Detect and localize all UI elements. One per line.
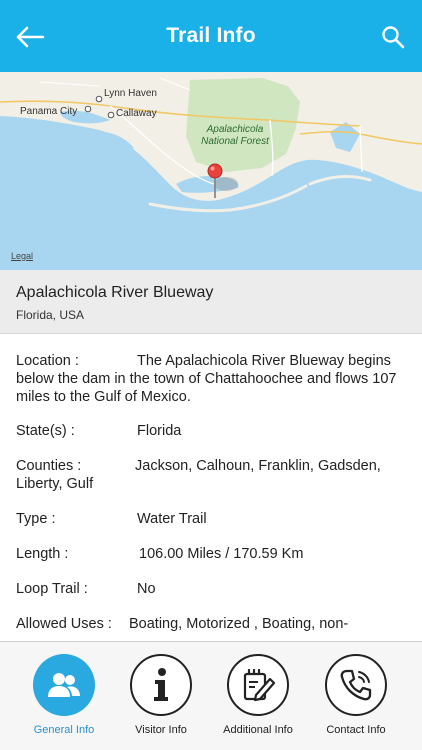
detail-loop: Loop Trail : No (16, 580, 408, 598)
detail-counties-label: Counties : (16, 458, 82, 474)
detail-location-value-first: The Apalachicola River Blueway begins (137, 353, 391, 369)
page-title: Trail Info (166, 24, 256, 47)
trail-details[interactable]: Location : The Apalachicola River Bluewa… (0, 334, 422, 641)
detail-length: Length : 106.00 Miles / 170.59 Km (16, 545, 408, 563)
nav-additional-info-label: Additional Info (223, 724, 293, 736)
bottom-nav: General Info Visitor Info Additional Inf… (0, 641, 422, 750)
detail-uses-value: Boating, Motorized , Boating, non- (129, 616, 349, 632)
map-graphic (0, 72, 422, 213)
nav-general-info[interactable]: General Info (14, 654, 114, 736)
detail-counties-value-rest: Liberty, Gulf (16, 476, 94, 492)
nav-general-info-label: General Info (33, 724, 95, 736)
trail-name: Apalachicola River Blueway (16, 284, 214, 301)
nav-general-info-circle[interactable] (33, 654, 95, 716)
nav-visitor-info[interactable]: Visitor Info (111, 654, 211, 736)
detail-length-label: Length : (16, 546, 69, 562)
detail-location-label: Location : (16, 353, 79, 369)
detail-state-value: Florida (137, 423, 182, 439)
location-pin-icon (207, 163, 223, 179)
trail-header: Apalachicola River Blueway Florida, USA (0, 270, 422, 334)
nav-additional-info[interactable]: Additional Info (208, 654, 308, 736)
nav-visitor-info-label: Visitor Info (135, 724, 187, 736)
detail-counties: Counties : Jackson, Calhoun, Franklin, G… (16, 457, 408, 493)
map-label-callaway: Callaway (116, 108, 157, 119)
detail-counties-value-first: Jackson, Calhoun, Franklin, Gadsden, (135, 458, 381, 474)
info-icon (154, 668, 168, 701)
map-label-lynn-haven: Lynn Haven (104, 88, 157, 99)
nav-additional-info-circle[interactable] (227, 654, 289, 716)
map-label-panama-city: Panama City (20, 106, 78, 117)
detail-length-value: 106.00 Miles / 170.59 Km (139, 546, 304, 562)
top-bar: Trail Info (0, 0, 422, 72)
trail-location: Florida, USA (16, 308, 85, 322)
map-label-forest: Apalachicola National Forest (201, 124, 269, 147)
detail-location-value-rest: below the dam in the town of Chattahooch… (16, 371, 397, 405)
edit-document-icon (243, 668, 276, 702)
nav-contact-info-circle[interactable] (325, 654, 387, 716)
trail-map[interactable]: Lynn Haven Panama City Callaway Apalachi… (0, 72, 422, 270)
nav-visitor-info-circle[interactable] (130, 654, 192, 716)
detail-location: Location : The Apalachicola River Bluewa… (16, 352, 408, 406)
map-legal-link[interactable]: Legal (11, 251, 33, 261)
detail-loop-value: No (137, 581, 156, 597)
search-icon (382, 26, 405, 49)
detail-type-value: Water Trail (137, 511, 207, 527)
search-button[interactable] (378, 22, 408, 52)
users-icon (48, 673, 80, 697)
nav-contact-info-label: Contact Info (326, 724, 386, 736)
detail-type: Type : Water Trail (16, 510, 408, 528)
detail-state: State(s) : Florida (16, 422, 408, 440)
phone-icon (340, 669, 372, 701)
detail-state-label: State(s) : (16, 423, 75, 439)
nav-contact-info[interactable]: Contact Info (306, 654, 406, 736)
detail-loop-label: Loop Trail : (16, 581, 88, 597)
detail-uses: Allowed Uses : Boating, Motorized , Boat… (16, 615, 408, 633)
detail-type-label: Type : (16, 511, 56, 527)
detail-uses-label: Allowed Uses : (16, 616, 112, 632)
